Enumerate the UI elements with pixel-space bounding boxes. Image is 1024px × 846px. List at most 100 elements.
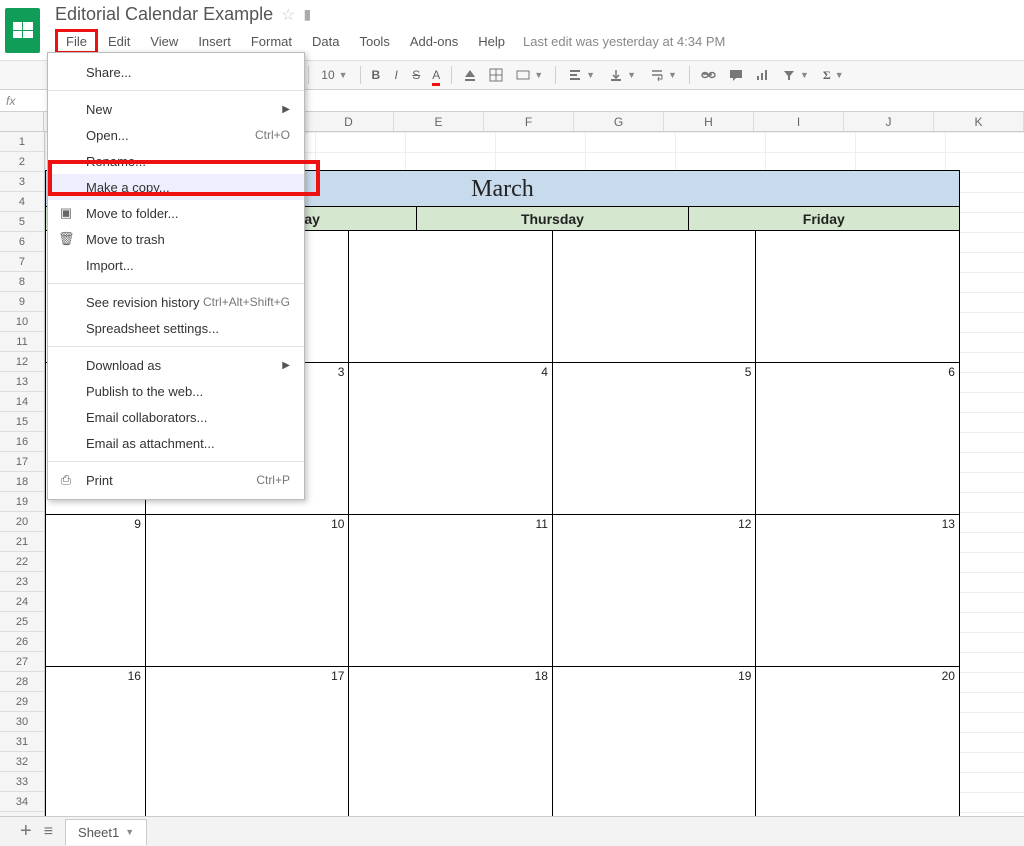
strike-button[interactable]: S [407, 65, 425, 85]
wrap-button[interactable]: ▼ [644, 65, 683, 85]
bold-button[interactable]: B [367, 65, 386, 85]
last-edit-label[interactable]: Last edit was yesterday at 4:34 PM [523, 34, 725, 49]
calendar-cell[interactable]: 11 [349, 515, 553, 666]
row-header[interactable]: 19 [0, 492, 44, 512]
menu-item-import[interactable]: Import... [48, 252, 304, 278]
menu-item-trash[interactable]: 🗑Move to trash [48, 226, 304, 252]
menu-item-history[interactable]: See revision historyCtrl+Alt+Shift+G [48, 289, 304, 315]
menu-edit[interactable]: Edit [98, 30, 140, 53]
calendar-cell[interactable]: 4 [349, 363, 553, 514]
row-header[interactable]: 30 [0, 712, 44, 732]
functions-button[interactable]: Σ ▼ [817, 65, 850, 86]
select-all-corner[interactable] [0, 112, 44, 131]
column-header[interactable]: E [394, 112, 484, 131]
column-header[interactable]: K [934, 112, 1024, 131]
calendar-cell[interactable]: 10 [146, 515, 350, 666]
text-color-button[interactable]: A [427, 65, 445, 85]
row-header[interactable]: 22 [0, 552, 44, 572]
column-header[interactable]: J [844, 112, 934, 131]
menu-data[interactable]: Data [302, 30, 349, 53]
row-header[interactable]: 33 [0, 772, 44, 792]
row-header[interactable]: 17 [0, 452, 44, 472]
row-header[interactable]: 11 [0, 332, 44, 352]
calendar-cell[interactable]: 20 [756, 667, 959, 819]
column-header[interactable]: I [754, 112, 844, 131]
calendar-cell[interactable]: 12 [553, 515, 757, 666]
row-header[interactable]: 6 [0, 232, 44, 252]
calendar-cell[interactable]: 6 [756, 363, 959, 514]
menu-file[interactable]: File [55, 29, 98, 54]
menu-item-publish[interactable]: Publish to the web... [48, 378, 304, 404]
row-header[interactable]: 7 [0, 252, 44, 272]
row-header[interactable]: 10 [0, 312, 44, 332]
menu-item-print[interactable]: ⎙PrintCtrl+P [48, 467, 304, 493]
menu-item-email-attach[interactable]: Email as attachment... [48, 430, 304, 456]
menu-insert[interactable]: Insert [188, 30, 241, 53]
row-header[interactable]: 29 [0, 692, 44, 712]
menu-addons[interactable]: Add-ons [400, 30, 468, 53]
row-header[interactable]: 15 [0, 412, 44, 432]
menu-item-share[interactable]: Share... [48, 59, 304, 85]
document-title[interactable]: Editorial Calendar Example [55, 4, 273, 25]
calendar-cell[interactable] [756, 231, 959, 362]
valign-button[interactable]: ▼ [603, 65, 642, 85]
row-header[interactable]: 13 [0, 372, 44, 392]
row-header[interactable]: 27 [0, 652, 44, 672]
star-icon[interactable]: ☆ [281, 5, 295, 25]
font-size-select[interactable]: 10 ▼ [315, 65, 353, 85]
calendar-cell[interactable]: 19 [553, 667, 757, 819]
row-header[interactable]: 12 [0, 352, 44, 372]
column-header[interactable]: G [574, 112, 664, 131]
filter-button[interactable]: ▼ [776, 65, 815, 85]
menu-item-download[interactable]: Download as▶ [48, 352, 304, 378]
row-header[interactable]: 20 [0, 512, 44, 532]
merge-button[interactable]: ▼ [510, 65, 549, 85]
fill-color-button[interactable] [458, 65, 482, 85]
column-header[interactable]: F [484, 112, 574, 131]
menu-item-email-collab[interactable]: Email collaborators... [48, 404, 304, 430]
row-header[interactable]: 9 [0, 292, 44, 312]
borders-button[interactable] [484, 65, 508, 85]
row-header[interactable]: 32 [0, 752, 44, 772]
menu-item-settings[interactable]: Spreadsheet settings... [48, 315, 304, 341]
row-header[interactable]: 5 [0, 212, 44, 232]
menu-format[interactable]: Format [241, 30, 302, 53]
row-header[interactable]: 1 [0, 132, 44, 152]
row-header[interactable]: 14 [0, 392, 44, 412]
calendar-cell[interactable]: 5 [553, 363, 757, 514]
column-header[interactable]: H [664, 112, 754, 131]
calendar-cell[interactable]: 9 [46, 515, 146, 666]
italic-button[interactable]: I [387, 65, 405, 85]
menu-view[interactable]: View [140, 30, 188, 53]
chart-button[interactable] [750, 65, 774, 85]
menu-item-new[interactable]: New▶ [48, 96, 304, 122]
menu-help[interactable]: Help [468, 30, 515, 53]
app-logo[interactable] [0, 0, 45, 60]
calendar-cell[interactable] [349, 231, 553, 362]
calendar-cell[interactable]: 16 [46, 667, 146, 819]
menu-item-make-copy[interactable]: Make a copy... [48, 174, 304, 200]
link-button[interactable] [696, 65, 722, 85]
row-header[interactable]: 3 [0, 172, 44, 192]
menu-tools[interactable]: Tools [349, 30, 399, 53]
menu-item-move[interactable]: ▣Move to folder... [48, 200, 304, 226]
tab-sheet1[interactable]: Sheet1 ▼ [65, 819, 147, 845]
row-header[interactable]: 16 [0, 432, 44, 452]
calendar-cell[interactable] [553, 231, 757, 362]
halign-button[interactable]: ▼ [562, 65, 601, 85]
all-sheets-button[interactable]: ≡ [44, 823, 53, 841]
column-header[interactable]: D [304, 112, 394, 131]
menu-item-rename[interactable]: Rename... [48, 148, 304, 174]
row-header[interactable]: 2 [0, 152, 44, 172]
add-sheet-button[interactable]: + [20, 820, 32, 843]
row-header[interactable]: 8 [0, 272, 44, 292]
row-header[interactable]: 25 [0, 612, 44, 632]
comment-button[interactable] [724, 65, 748, 85]
row-header[interactable]: 31 [0, 732, 44, 752]
folder-icon[interactable]: ▮ [303, 6, 311, 23]
row-header[interactable]: 34 [0, 792, 44, 812]
row-header[interactable]: 4 [0, 192, 44, 212]
menu-item-open[interactable]: Open...Ctrl+O [48, 122, 304, 148]
row-header[interactable]: 26 [0, 632, 44, 652]
calendar-cell[interactable]: 17 [146, 667, 350, 819]
